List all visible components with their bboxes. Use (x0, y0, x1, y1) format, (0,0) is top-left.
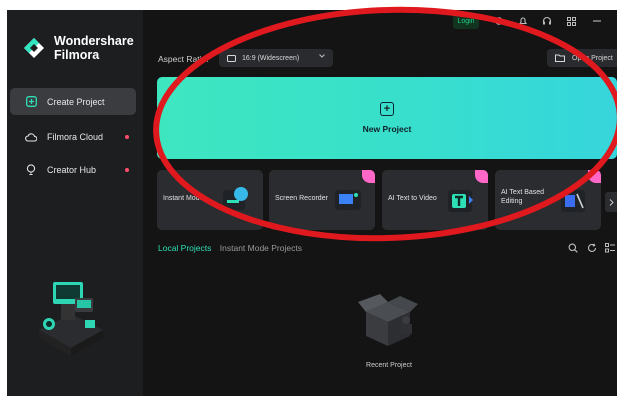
sidebar: Wondershare Filmora Create Project Filmo… (7, 10, 143, 396)
list-view-icon[interactable] (604, 242, 615, 253)
grid-icon[interactable] (565, 15, 577, 27)
lightbulb-icon (24, 163, 38, 177)
folder-icon (555, 54, 565, 62)
main-panel: Login Aspect Ratio: 16:9 (Widescreen) Op… (143, 10, 617, 396)
open-project-label: Open Project (572, 54, 613, 62)
filmora-logo-icon (23, 37, 45, 59)
chevron-right-icon (609, 198, 614, 206)
notification-dot (125, 168, 129, 172)
new-badge (475, 170, 488, 183)
ai-text-to-video-icon (446, 182, 476, 216)
minimize-icon[interactable] (591, 15, 603, 27)
chevron-down-icon (319, 53, 325, 60)
card-label: Screen Recorder (275, 195, 328, 202)
recent-project-label: Recent Project (366, 362, 412, 369)
aspect-ratio-select[interactable]: 16:9 (Widescreen) (219, 49, 333, 67)
sidebar-item-label: Creator Hub (47, 164, 97, 175)
ai-text-editing-icon (559, 182, 589, 216)
brand-logo: Wondershare Filmora (23, 34, 134, 62)
search-icon[interactable] (567, 242, 578, 253)
refresh-icon[interactable] (586, 242, 597, 253)
instant-mode-icon (221, 182, 251, 216)
filmora-window: Wondershare Filmora Create Project Filmo… (7, 10, 617, 396)
card-screen-recorder[interactable]: Screen Recorder (269, 170, 375, 230)
sidebar-item-label: Create Project (47, 96, 105, 107)
brand-line1: Wondershare (54, 34, 134, 48)
sidebar-item-create-project[interactable]: Create Project (10, 88, 136, 115)
sidebar-item-filmora-cloud[interactable]: Filmora Cloud (10, 123, 136, 150)
empty-box-icon (356, 290, 420, 350)
card-label: AI Text to Video (388, 195, 437, 202)
card-instant-mode[interactable]: Instant Mode (157, 170, 263, 230)
gear-icon[interactable] (493, 15, 505, 27)
open-project-button[interactable]: Open Project (547, 49, 617, 67)
sidebar-item-creator-hub[interactable]: Creator Hub (10, 156, 136, 183)
brand-name: Wondershare Filmora (54, 34, 134, 62)
cloud-icon (24, 130, 38, 144)
card-ai-text-to-video[interactable]: AI Text to Video (382, 170, 488, 230)
card-label: AI Text Based Editing (501, 189, 545, 205)
card-label: Instant Mode (163, 195, 204, 202)
tab-instant-mode-projects[interactable]: Instant Mode Projects (220, 243, 302, 253)
project-tabs: Local Projects Instant Mode Projects (158, 243, 302, 253)
headset-icon[interactable] (541, 15, 553, 27)
plus-icon: + (380, 102, 394, 116)
aspect-ratio-value: 16:9 (Widescreen) (242, 54, 300, 62)
login-button[interactable]: Login (453, 15, 479, 29)
plus-square-icon (24, 95, 38, 109)
new-badge (362, 170, 375, 183)
brand-line2: Filmora (54, 48, 100, 62)
cards-next-button[interactable] (605, 192, 617, 212)
screen-recorder-icon (333, 182, 363, 216)
sidebar-illustration (31, 268, 111, 360)
aspect-ratio-label: Aspect Ratio: (158, 54, 209, 64)
tab-local-projects[interactable]: Local Projects (158, 243, 211, 253)
notification-icon[interactable] (517, 15, 529, 27)
new-project-label: New Project (362, 124, 412, 134)
card-ai-text-based-editing[interactable]: AI Text Based Editing (495, 170, 601, 230)
monitor-icon (227, 54, 236, 62)
new-project-button[interactable]: + New Project (157, 77, 617, 159)
sidebar-item-label: Filmora Cloud (47, 131, 104, 142)
new-badge (588, 170, 601, 183)
notification-dot (125, 135, 129, 139)
